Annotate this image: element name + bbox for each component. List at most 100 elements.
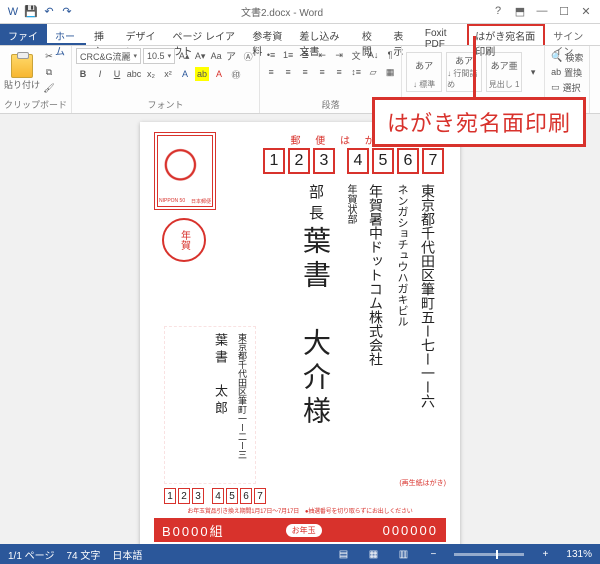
minimize-icon[interactable]: — — [534, 5, 550, 18]
tab-foxit[interactable]: Foxit PDF — [417, 24, 467, 45]
shading-icon[interactable]: ▱ — [366, 65, 380, 79]
copy-icon[interactable]: ⧉ — [42, 65, 56, 79]
show-marks-icon[interactable]: ¶ — [383, 48, 397, 62]
change-case-icon[interactable]: Aa — [209, 49, 223, 63]
zoom-in-icon[interactable]: + — [536, 547, 554, 561]
tab-file[interactable]: ファイル — [0, 24, 47, 45]
sender-zip-digit[interactable]: 1 — [164, 488, 176, 504]
grow-font-icon[interactable]: A▴ — [177, 49, 191, 63]
tab-view[interactable]: 表示 — [385, 24, 416, 45]
signin-link[interactable]: サインイン — [545, 24, 600, 45]
recipient-block[interactable]: 東京都千代田区筆町五ー七ー一ー六 ネンガショチュウハガキビル 年賀暑中ドットコム… — [295, 184, 438, 464]
font-name-dropdown[interactable]: CRC&G流麗▾ — [76, 48, 141, 64]
justify-icon[interactable]: ≡ — [315, 65, 329, 79]
zip-digit[interactable]: 2 — [288, 148, 310, 174]
recipient-company[interactable]: 年賀暑中ドットコム株式会社 — [366, 184, 386, 464]
status-page[interactable]: 1/1 ページ — [8, 547, 54, 562]
undo-icon[interactable]: ↶ — [42, 5, 56, 19]
redo-icon[interactable]: ↷ — [60, 5, 74, 19]
style-heading1[interactable]: あア亜 見出し 1 — [486, 52, 522, 92]
find-button[interactable]: 🔍検索 — [551, 51, 583, 64]
sender-zip-digit[interactable]: 3 — [192, 488, 204, 504]
status-language[interactable]: 日本語 — [112, 547, 142, 562]
zip-digit[interactable]: 7 — [422, 148, 444, 174]
sender-block[interactable]: 東京都千代田区筆町一ー二ー三 葉書 太郎 — [164, 326, 256, 484]
distributed-icon[interactable]: ≡ — [332, 65, 346, 79]
font-color-icon[interactable]: A — [212, 67, 226, 81]
sender-name[interactable]: 葉書 太郎 — [211, 333, 230, 477]
cut-icon[interactable]: ✂ — [42, 49, 56, 63]
align-left-icon[interactable]: ≡ — [264, 65, 278, 79]
paste-icon — [11, 54, 33, 78]
underline-button[interactable]: U — [110, 67, 124, 81]
recipient-address-1[interactable]: 東京都千代田区筆町五ー七ー一ー六 — [418, 184, 438, 464]
increase-indent-icon[interactable]: ⇥ — [332, 48, 346, 62]
sender-zip-digit[interactable]: 6 — [240, 488, 252, 504]
text-effects-icon[interactable]: A — [178, 67, 192, 81]
multilevel-icon[interactable]: ≣ — [298, 48, 312, 62]
zip-digit[interactable]: 1 — [263, 148, 285, 174]
zip-digit[interactable]: 5 — [372, 148, 394, 174]
ribbon-options-icon[interactable]: ⬒ — [512, 5, 528, 18]
recipient-address-2[interactable]: ネンガショチュウハガキビル — [394, 184, 410, 464]
text-direction-icon[interactable]: 文 — [349, 48, 363, 62]
tab-references[interactable]: 参考資料 — [244, 24, 291, 45]
zip-digit[interactable]: 3 — [313, 148, 335, 174]
view-web-icon[interactable]: ▥ — [394, 547, 412, 561]
recipient-name[interactable]: 部長葉書 大介様 — [295, 184, 335, 464]
styles-more-icon[interactable]: ▾ — [526, 65, 540, 79]
decrease-indent-icon[interactable]: ⇤ — [315, 48, 329, 62]
highlight-icon[interactable]: ab — [195, 67, 209, 81]
tab-hagaki-print[interactable]: はがき宛名面印刷 — [467, 24, 545, 45]
line-spacing-icon[interactable]: ↕≡ — [349, 65, 363, 79]
bold-button[interactable]: B — [76, 67, 90, 81]
strike-icon[interactable]: abc — [127, 67, 141, 81]
zoom-out-icon[interactable]: − — [424, 547, 442, 561]
replace-button[interactable]: ab置換 — [551, 66, 583, 79]
recipient-department[interactable]: 年賀状部 — [343, 184, 358, 464]
zip-digit[interactable]: 4 — [347, 148, 369, 174]
subscript-icon[interactable]: x₂ — [144, 67, 158, 81]
tab-home[interactable]: ホーム — [47, 24, 86, 45]
zoom-slider[interactable] — [454, 553, 524, 556]
zoom-value[interactable]: 131% — [566, 549, 592, 560]
numbering-icon[interactable]: 1≡ — [281, 48, 295, 62]
borders-icon[interactable]: ▦ — [383, 65, 397, 79]
paste-button[interactable]: 貼り付け — [4, 48, 40, 96]
style-normal[interactable]: あア ↓ 標準 — [406, 52, 442, 92]
view-print-icon[interactable]: ▦ — [364, 547, 382, 561]
view-read-icon[interactable]: ▤ — [334, 547, 352, 561]
italic-button[interactable]: I — [93, 67, 107, 81]
sender-zip-digit[interactable]: 4 — [212, 488, 224, 504]
font-size-dropdown[interactable]: 10.5▾ — [143, 48, 175, 64]
align-center-icon[interactable]: ≡ — [281, 65, 295, 79]
style-nospacing[interactable]: あア ↓ 行間詰め — [446, 52, 482, 92]
align-right-icon[interactable]: ≡ — [298, 65, 312, 79]
save-icon[interactable]: 💾 — [24, 5, 38, 19]
tab-design[interactable]: デザイン — [117, 24, 164, 45]
sender-address[interactable]: 東京都千代田区筆町一ー二ー三 — [236, 333, 249, 477]
tab-insert[interactable]: 挿入 — [86, 24, 117, 45]
tab-review[interactable]: 校閲 — [354, 24, 385, 45]
zip-digit[interactable]: 6 — [397, 148, 419, 174]
sender-zip-digit[interactable]: 7 — [254, 488, 266, 504]
sender-zip-digit[interactable]: 5 — [226, 488, 238, 504]
document-area[interactable]: 郵 便 は が き 1 2 3 4 5 6 7 NIPPON 50日本郵便 年賀… — [0, 114, 600, 544]
clear-format-icon[interactable]: Ⓐ — [241, 49, 255, 63]
tab-layout[interactable]: ページ レイアウト — [164, 24, 244, 45]
bullets-icon[interactable]: •≡ — [264, 48, 278, 62]
close-icon[interactable]: ✕ — [578, 5, 594, 18]
phonetic-guide-icon[interactable]: ア — [225, 49, 239, 63]
sort-icon[interactable]: A↓ — [366, 48, 380, 62]
sender-zip-digit[interactable]: 2 — [178, 488, 190, 504]
postcard-page[interactable]: 郵 便 は が き 1 2 3 4 5 6 7 NIPPON 50日本郵便 年賀… — [140, 122, 460, 544]
format-painter-icon[interactable]: 🖌 — [42, 81, 56, 95]
superscript-icon[interactable]: x² — [161, 67, 175, 81]
help-icon[interactable]: ? — [490, 5, 506, 18]
status-wordcount[interactable]: 74 文字 — [66, 547, 100, 562]
enclose-char-icon[interactable]: ㊞ — [229, 67, 243, 81]
maximize-icon[interactable]: ☐ — [556, 5, 572, 18]
shrink-font-icon[interactable]: A▾ — [193, 49, 207, 63]
tab-mailings[interactable]: 差し込み文書 — [291, 24, 353, 45]
select-button[interactable]: ▭選択 — [551, 81, 583, 94]
